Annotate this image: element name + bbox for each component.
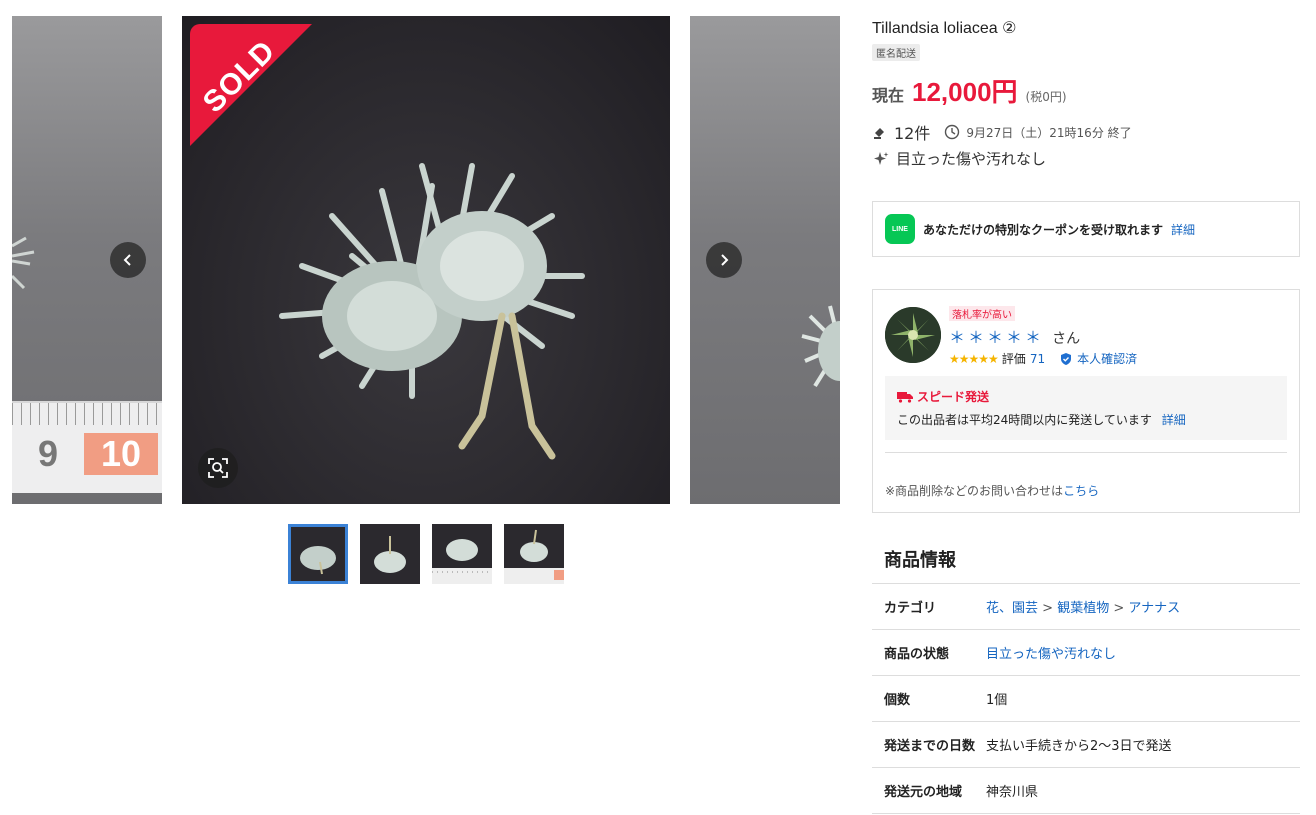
- seller-card: 落札率が高い ＊＊＊＊＊ さん ★★★★★ 評価 71 本人確認済 スピード発送…: [872, 289, 1300, 513]
- spec-value-ship-from: 神奈川県: [986, 785, 1039, 800]
- spec-value-condition: 目立った傷や汚れなし: [986, 630, 1300, 676]
- spec-label-ship-days: 発送までの日数: [884, 739, 976, 754]
- verified-shield-icon: [1061, 352, 1072, 365]
- end-time: 9月27日（土）21時16分 終了: [966, 125, 1132, 140]
- price-row: 現在 12,000円 (税0円): [872, 72, 1067, 109]
- line-coupon-banner[interactable]: LINE あなただけの特別なクーポンを受け取れます 詳細: [872, 201, 1300, 257]
- table-row: カテゴリ 花、園芸 > 観葉植物 > アナナス: [872, 583, 1300, 630]
- rating-label: 評価: [1001, 352, 1026, 366]
- spec-value-ship-days: 支払い手続きから2〜3日で発送: [986, 739, 1172, 754]
- spec-table: カテゴリ 花、園芸 > 観葉植物 > アナナス 商品の状態 目立った傷や汚れなし…: [872, 583, 1300, 814]
- sparkle-icon: [874, 151, 889, 165]
- seller-tag-badge: 落札率が高い: [949, 306, 1015, 321]
- seller-avatar[interactable]: [885, 307, 941, 363]
- spec-value-category: 花、園芸 > 観葉植物 > アナナス: [986, 584, 1300, 630]
- condition-row: 目立った傷や汚れなし: [872, 148, 1046, 169]
- speed-detail-link[interactable]: 詳細: [1162, 413, 1186, 427]
- thumbnail-4[interactable]: [504, 524, 564, 584]
- thumbnail-3[interactable]: [432, 524, 492, 584]
- speed-shipping-desc: この出品者は平均24時間以内に発送しています 詳細: [897, 411, 1275, 428]
- table-row: 商品の状態 目立った傷や汚れなし: [872, 629, 1300, 676]
- gavel-icon: [874, 128, 884, 139]
- spec-section-title: 商品情報: [884, 550, 956, 571]
- image-gallery: 9 10 SOLD: [0, 0, 852, 815]
- rating-count-link[interactable]: 71: [1030, 352, 1045, 366]
- seller-name-suffix: さん: [1052, 331, 1081, 347]
- line-icon: LINE: [885, 214, 915, 244]
- category-link-foliage[interactable]: 観葉植物: [1057, 601, 1109, 616]
- table-row: 個数 1個: [872, 675, 1300, 722]
- chevron-left-icon: [123, 254, 131, 266]
- bid-count: 12件: [894, 124, 931, 143]
- seller-rating: ★★★★★ 評価 71 本人確認済: [949, 350, 1137, 367]
- speed-shipping-label: スピード発送: [917, 390, 990, 404]
- chevron-right-icon: [721, 254, 729, 266]
- ruler-number-10: 10: [84, 433, 158, 475]
- condition-text: 目立った傷や汚れなし: [896, 150, 1047, 168]
- clock-icon: [945, 124, 960, 140]
- item-title: Tillandsia loliacea ②: [872, 20, 1017, 37]
- inquiry-note: ※商品削除などのお問い合わせはこちら: [885, 482, 1099, 499]
- spec-label-condition: 商品の状態: [884, 647, 950, 662]
- ruler: 9 10: [12, 401, 162, 493]
- ruler-number-9: 9: [38, 433, 59, 474]
- table-row: 発送までの日数 支払い手続きから2〜3日で発送: [872, 721, 1300, 768]
- inquiry-link[interactable]: こちら: [1063, 484, 1099, 498]
- tax-note: (税0円): [1025, 90, 1067, 104]
- condition-link[interactable]: 目立った傷や汚れなし: [986, 647, 1116, 662]
- seller-name-text: ＊＊＊＊＊: [949, 328, 1045, 347]
- coupon-text: あなただけの特別なクーポンを受け取れます: [923, 222, 1164, 237]
- price-label: 現在: [872, 86, 905, 105]
- spec-value-quantity: 1個: [986, 693, 1008, 708]
- thumbnail-1[interactable]: [288, 524, 348, 584]
- category-link-bromeliad[interactable]: アナナス: [1128, 601, 1180, 616]
- next-image-button[interactable]: [706, 242, 742, 278]
- speed-desc-text: この出品者は平均24時間以内に発送しています: [897, 413, 1152, 427]
- previous-image-button[interactable]: [110, 242, 146, 278]
- zoom-button[interactable]: [198, 448, 238, 488]
- breadcrumb-separator: >: [1042, 601, 1054, 616]
- table-row: 発送元の地域 神奈川県: [872, 767, 1300, 814]
- coupon-detail-link[interactable]: 詳細: [1171, 221, 1195, 238]
- auction-meta: 12件 9月27日（土）21時16分 終了: [872, 120, 1132, 144]
- divider: [885, 452, 1287, 453]
- anonymous-shipping-badge: 匿名配送: [872, 44, 920, 61]
- speed-shipping-box: スピード発送 この出品者は平均24時間以内に発送しています 詳細: [885, 376, 1287, 440]
- verified-label: 本人確認済: [1077, 352, 1138, 366]
- seller-name[interactable]: ＊＊＊＊＊ さん: [949, 324, 1080, 348]
- sold-ribbon: SOLD: [190, 24, 312, 146]
- thumbnail-2[interactable]: [360, 524, 420, 584]
- spec-label-category: カテゴリ: [884, 601, 937, 616]
- speed-shipping-title: スピード発送: [897, 388, 1275, 405]
- inquiry-text: ※商品削除などのお問い合わせは: [885, 484, 1064, 498]
- spec-label-quantity: 個数: [884, 693, 911, 708]
- zoom-icon: [208, 458, 228, 478]
- thumbnail-strip: [288, 524, 564, 584]
- current-price: 12,000円: [912, 77, 1018, 107]
- truck-icon: [897, 391, 913, 403]
- category-link-flowers[interactable]: 花、園芸: [986, 601, 1038, 616]
- breadcrumb-separator: >: [1113, 601, 1125, 616]
- star-rating-icon: ★★★★★: [949, 351, 999, 366]
- spec-label-ship-from: 発送元の地域: [884, 785, 963, 800]
